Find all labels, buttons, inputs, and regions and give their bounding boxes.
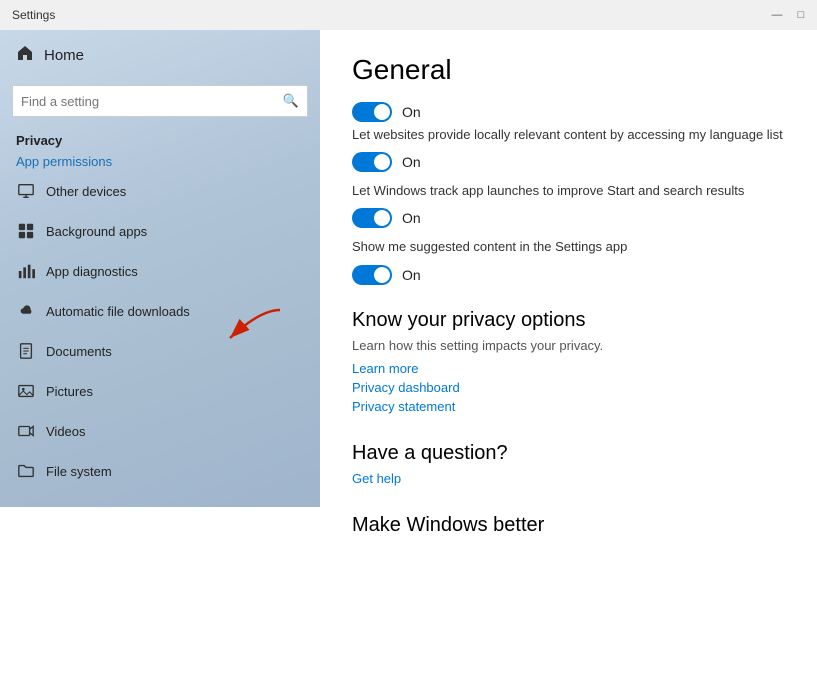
cloud-icon	[16, 301, 36, 321]
sidebar-item-documents-label: Documents	[46, 344, 112, 359]
sidebar-item-file-system-label: File system	[46, 464, 112, 479]
general-top-toggle-row: On	[352, 102, 785, 122]
app-launches-toggle[interactable]	[352, 208, 392, 228]
search-box[interactable]: 🔍	[12, 85, 308, 117]
app-launches-toggle-row: On	[352, 208, 785, 228]
sidebar-item-pictures-label: Pictures	[46, 384, 93, 399]
sidebar-item-app-diagnostics[interactable]: App diagnostics	[0, 251, 320, 291]
sidebar-item-file-system[interactable]: File system	[0, 451, 320, 491]
content-area: General On Let websites provide locally …	[320, 30, 817, 699]
sidebar-item-automatic-file-downloads-label: Automatic file downloads	[46, 304, 190, 319]
app-permissions-link[interactable]: App permissions	[0, 152, 320, 171]
sidebar: Home 🔍 Privacy App permissions Other dev…	[0, 30, 320, 507]
language-list-toggle-label: On	[402, 154, 421, 170]
sidebar-item-other-devices[interactable]: Other devices	[0, 171, 320, 211]
home-icon	[16, 44, 34, 67]
sidebar-item-other-devices-label: Other devices	[46, 184, 126, 199]
have-question-title: Have a question?	[352, 442, 785, 465]
doc-icon	[16, 341, 36, 361]
setting-language-list-desc: Let websites provide locally relevant co…	[352, 126, 785, 144]
search-input[interactable]	[21, 94, 283, 109]
learn-more-link[interactable]: Learn more	[352, 361, 785, 376]
folder-icon	[16, 461, 36, 481]
sidebar-item-videos-label: Videos	[46, 424, 86, 439]
sidebar-item-documents[interactable]: Documents	[0, 331, 320, 371]
grid-icon	[16, 221, 36, 241]
video-icon	[16, 421, 36, 441]
make-windows-better-title: Make Windows better	[352, 514, 785, 537]
maximize-button[interactable]: □	[793, 7, 809, 23]
suggested-content-toggle-label: On	[402, 267, 421, 283]
general-top-toggle[interactable]	[352, 102, 392, 122]
sidebar-item-videos[interactable]: Videos	[0, 411, 320, 451]
sidebar-item-background-apps-label: Background apps	[46, 224, 147, 239]
general-top-toggle-label: On	[402, 104, 421, 120]
suggested-content-toggle-row: On	[352, 265, 785, 285]
sidebar-item-home[interactable]: Home	[0, 30, 320, 81]
monitor-icon	[16, 181, 36, 201]
minimize-button[interactable]: —	[769, 7, 785, 23]
app-launches-toggle-label: On	[402, 210, 421, 226]
sidebar-item-app-diagnostics-label: App diagnostics	[46, 264, 138, 279]
privacy-options-subtitle: Learn how this setting impacts your priv…	[352, 338, 785, 353]
photo-icon	[16, 381, 36, 401]
privacy-dashboard-link[interactable]: Privacy dashboard	[352, 380, 785, 395]
home-label: Home	[44, 47, 84, 64]
sidebar-item-automatic-file-downloads[interactable]: Automatic file downloads	[0, 291, 320, 331]
language-list-toggle[interactable]	[352, 152, 392, 172]
sidebar-item-pictures[interactable]: Pictures	[0, 371, 320, 411]
suggested-content-toggle[interactable]	[352, 265, 392, 285]
privacy-section-label: Privacy	[0, 125, 320, 152]
setting-app-launches-desc: Let Windows track app launches to improv…	[352, 182, 785, 200]
get-help-link[interactable]: Get help	[352, 471, 785, 486]
privacy-statement-link[interactable]: Privacy statement	[352, 399, 785, 414]
sidebar-item-background-apps[interactable]: Background apps	[0, 211, 320, 251]
language-list-toggle-row: On	[352, 152, 785, 172]
page-title: General	[352, 54, 785, 86]
search-icon: 🔍	[283, 93, 299, 109]
setting-suggested-content-desc: Show me suggested content in the Setting…	[352, 238, 785, 256]
chart-icon	[16, 261, 36, 281]
privacy-options-title: Know your privacy options	[352, 309, 785, 332]
app-title: Settings	[12, 8, 55, 22]
title-bar: Settings — □	[0, 0, 817, 30]
